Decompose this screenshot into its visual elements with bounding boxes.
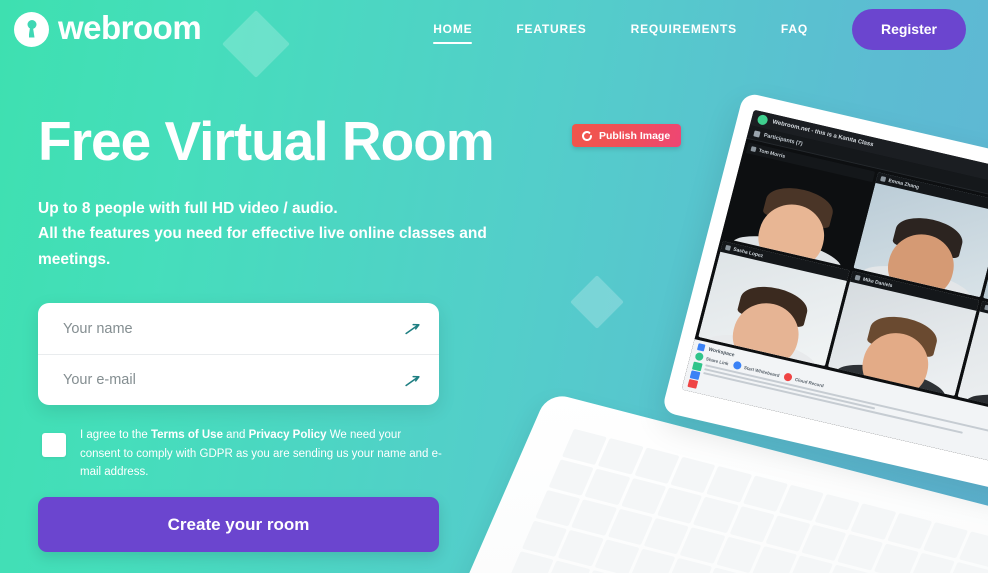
nav-item-home[interactable]: HOME xyxy=(433,16,473,44)
record-action: Cloud Record xyxy=(783,372,825,389)
hero-subtitle-line-2: All the features you need for effective … xyxy=(38,225,487,243)
workspace-actions: Share Link Start Whiteboard Cloud Record xyxy=(694,351,988,448)
arrow-icon[interactable] xyxy=(403,320,421,338)
publish-image-button[interactable]: Publish Image xyxy=(572,124,682,147)
consent-text-middle: and xyxy=(222,429,249,441)
hero-section: Free Virtual Room Up to 8 people with fu… xyxy=(38,112,583,272)
nav-item-faq[interactable]: FAQ xyxy=(781,16,808,42)
refresh-circle-icon xyxy=(581,130,593,142)
participant-tile: Tom Morris xyxy=(724,142,876,268)
laptop-video-conference-mockup: Webroom.net - this is a Kanita Class Par… xyxy=(430,92,988,573)
mic-icon xyxy=(724,244,732,251)
conference-topbar: Webroom.net - this is a Kanita Class xyxy=(749,109,988,216)
file-name-lines xyxy=(703,364,988,459)
participant-tile: Mike Daniels xyxy=(827,270,980,397)
publish-image-label: Publish Image xyxy=(599,129,671,142)
laptop-lid: Webroom.net - this is a Kanita Class Par… xyxy=(661,92,988,509)
consent-text-before: I agree to the xyxy=(80,429,151,441)
decorative-diamond-2 xyxy=(570,275,624,329)
record-label: Cloud Record xyxy=(794,376,825,388)
laptop-base xyxy=(430,392,988,573)
decorative-diamond-3 xyxy=(727,269,765,307)
hero-subtitle-line-3: meetings. xyxy=(38,250,111,268)
tile-label-bar: Peter Johnson xyxy=(979,300,988,341)
participant-tile: Sasha Lopez xyxy=(698,241,850,367)
mic-icon xyxy=(984,304,988,311)
participant-name: Tom Morris xyxy=(758,147,786,160)
email-input[interactable] xyxy=(63,372,395,388)
workspace-panel: Workspace Share Link Start Whiteboard Cl… xyxy=(681,339,988,480)
hero-subtitle-line-1: Up to 8 people with full HD video / audi… xyxy=(38,200,338,218)
tile-label-bar: Tom Morris xyxy=(745,142,876,183)
participant-name: Emma Zhang xyxy=(887,177,920,191)
privacy-policy-link[interactable]: Privacy Policy xyxy=(249,429,327,441)
participants-label: Participants (7) xyxy=(763,132,804,147)
participant-tiles-grid: Tom Morris Emma Zhang Sasha Lopez Mike D… xyxy=(694,138,988,430)
consent-row: I agree to the Terms of Use and Privacy … xyxy=(42,424,442,482)
participant-name: Mike Daniels xyxy=(862,276,894,289)
participants-icon xyxy=(753,129,761,138)
tile-label-bar: Emma Zhang xyxy=(875,172,988,213)
landing-page: Webroom.net - this is a Kanita Class Par… xyxy=(0,0,988,573)
participant-tile: Steve Alba xyxy=(983,202,988,328)
tile-label-bar: Sasha Lopez xyxy=(720,241,850,281)
file-thumbnails xyxy=(687,361,703,389)
brand-name: webroom xyxy=(58,9,202,46)
workspace-icon xyxy=(696,343,706,352)
participant-tile: Emma Zhang xyxy=(853,172,988,298)
mic-icon xyxy=(854,274,861,281)
tile-label-bar: Mike Daniels xyxy=(849,270,980,311)
email-field-row xyxy=(38,354,439,405)
whiteboard-icon xyxy=(732,360,743,371)
consent-text: I agree to the Terms of Use and Privacy … xyxy=(80,424,442,482)
nav-item-features[interactable]: FEATURES xyxy=(516,16,586,42)
share-link-label: Share Link xyxy=(705,355,730,366)
mic-icon xyxy=(750,146,757,153)
conference-room-title: Webroom.net - this is a Kanita Class xyxy=(771,119,875,149)
whiteboard-label: Start Whiteboard xyxy=(743,364,781,378)
page-title: Free Virtual Room xyxy=(38,110,495,172)
arrow-icon[interactable] xyxy=(403,371,421,389)
participant-tile: Peter Johnson xyxy=(957,300,988,427)
nav-item-requirements[interactable]: REQUIREMENTS xyxy=(631,16,737,42)
hero-subtitle: Up to 8 people with full HD video / audi… xyxy=(38,196,558,271)
site-header: webroom HOME FEATURES REQUIREMENTS FAQ R… xyxy=(0,0,988,58)
name-input[interactable] xyxy=(63,320,395,337)
create-room-button[interactable]: Create your room xyxy=(38,497,439,552)
room-status-icon xyxy=(756,113,769,126)
keyhole-lock-icon xyxy=(14,11,49,47)
share-link-action: Share Link xyxy=(694,351,730,367)
workspace-files xyxy=(687,361,988,475)
consent-checkbox[interactable] xyxy=(42,433,66,457)
register-button[interactable]: Register xyxy=(851,8,966,50)
share-link-icon xyxy=(694,351,705,362)
conference-screen: Webroom.net - this is a Kanita Class Par… xyxy=(681,109,988,480)
signup-form-card xyxy=(38,303,439,405)
mic-icon xyxy=(880,176,887,182)
name-field-row xyxy=(38,303,439,354)
main-navigation: HOME FEATURES REQUIREMENTS FAQ Register xyxy=(433,8,966,50)
terms-of-use-link[interactable]: Terms of Use xyxy=(151,429,223,441)
laptop-keyboard xyxy=(508,428,988,573)
workspace-title: Workspace xyxy=(707,346,736,358)
record-icon xyxy=(783,372,794,382)
brand-logo[interactable]: webroom xyxy=(14,9,202,47)
participants-bar: Participants (7) 01:35:11 xyxy=(746,125,988,230)
whiteboard-action: Start Whiteboard xyxy=(732,360,781,379)
participant-name: Sasha Lopez xyxy=(732,246,764,259)
